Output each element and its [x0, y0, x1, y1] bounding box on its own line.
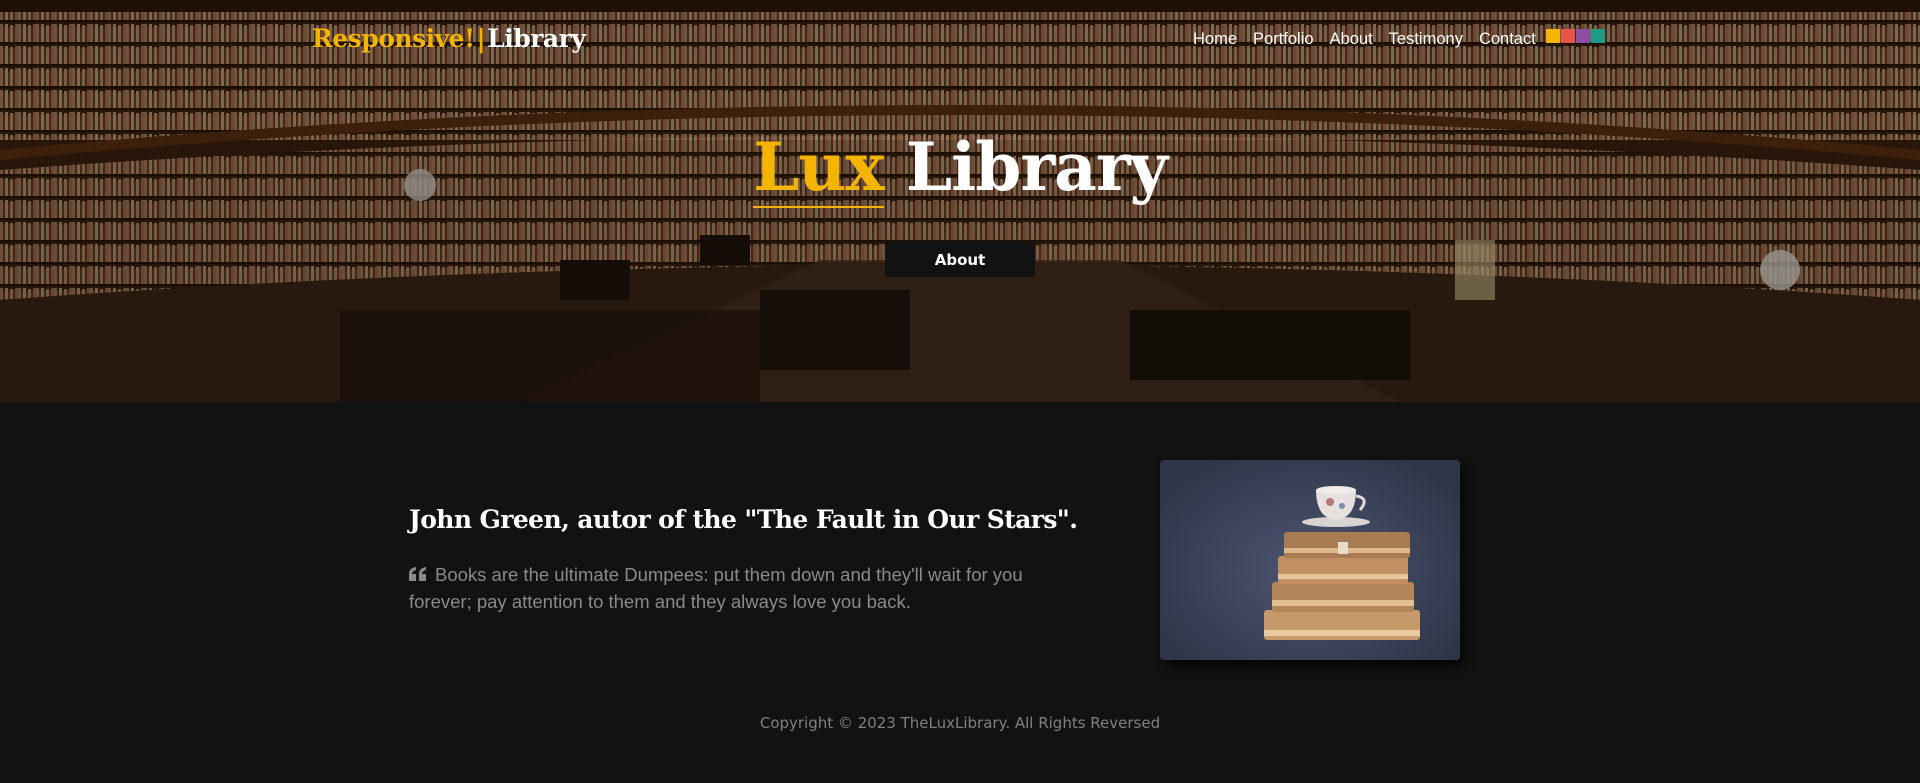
hero-title-accent: Lux [752, 128, 885, 208]
brand-separator: | [476, 24, 486, 53]
nav-about[interactable]: About [1330, 30, 1373, 49]
nav-home[interactable]: Home [1193, 30, 1237, 49]
testimony-quote-text: Books are the ultimate Dumpees: put them… [409, 564, 1023, 612]
main-nav: Home Portfolio About Testimony Contact [1193, 30, 1536, 49]
brand-logo[interactable]: Responsive!|Library [312, 24, 586, 53]
about-button[interactable]: About [885, 242, 1035, 277]
copyright-text: Copyright © 2023 TheLuxLibrary. All Righ… [759, 714, 1161, 732]
brand-name: Library [487, 24, 586, 53]
hero-title-rest: Library [905, 128, 1168, 206]
quote-left-icon [409, 567, 426, 581]
nav-contact[interactable]: Contact [1479, 30, 1536, 49]
testimony-heading: John Green, autor of the "The Fault in O… [409, 505, 1078, 534]
hero-banner: Responsive!|Library Home Portfolio About… [0, 0, 1920, 402]
theme-color-picker [1546, 29, 1605, 43]
hero-title: Lux Library [0, 128, 1920, 208]
brand-accent: Responsive! [312, 24, 475, 53]
testimony-quote: Books are the ultimate Dumpees: put them… [409, 561, 1069, 615]
testimony-section: John Green, autor of the "The Fault in O… [409, 505, 1078, 615]
nav-testimony[interactable]: Testimony [1389, 30, 1463, 49]
theme-swatch-yellow[interactable] [1546, 29, 1560, 43]
theme-swatch-purple[interactable] [1576, 29, 1590, 43]
theme-swatch-red[interactable] [1561, 29, 1575, 43]
theme-swatch-teal[interactable] [1591, 29, 1605, 43]
nav-portfolio[interactable]: Portfolio [1253, 30, 1314, 49]
books-teacup-photo [1160, 460, 1460, 660]
